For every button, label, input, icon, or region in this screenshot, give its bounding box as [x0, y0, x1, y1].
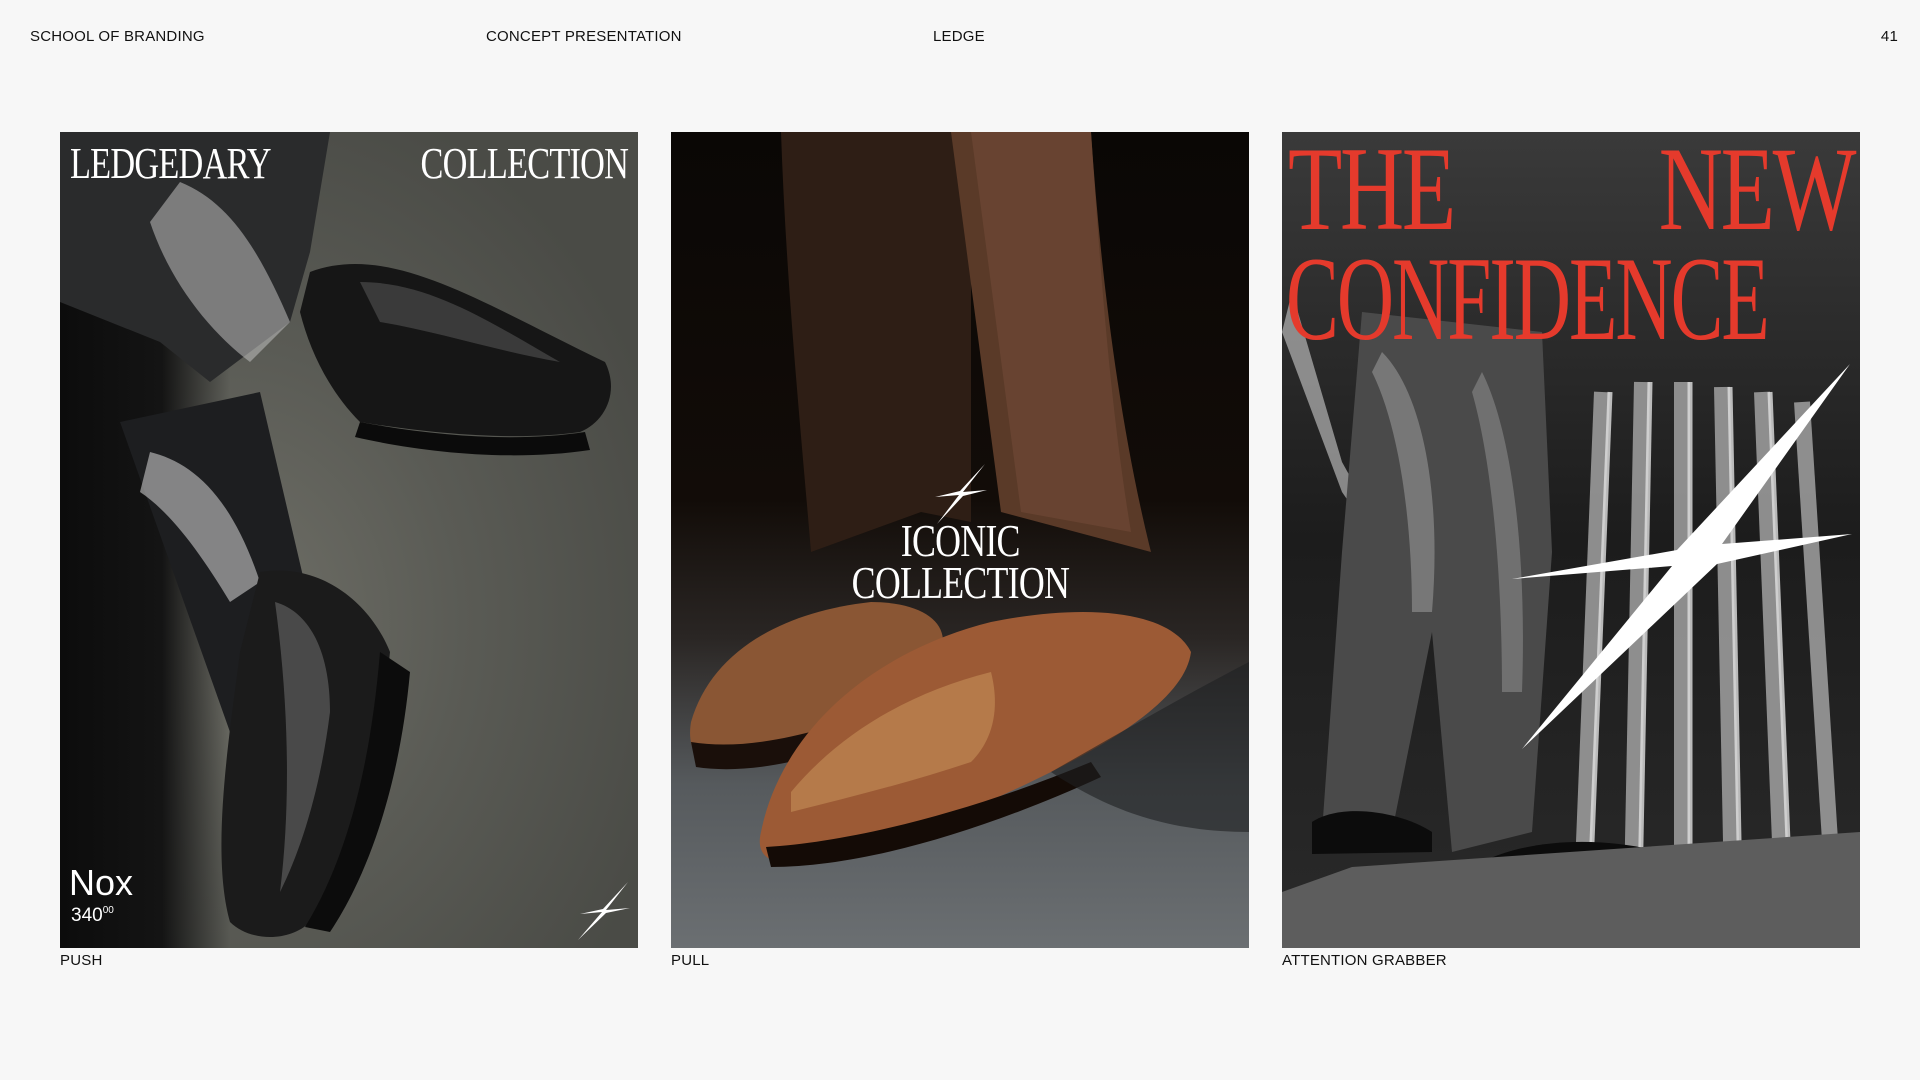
poster-pull: ICONIC COLLECTION [671, 132, 1249, 948]
price-cents: 00 [102, 905, 114, 916]
price-main: 340 [71, 905, 103, 926]
ledge-star-icon [578, 882, 630, 940]
headline: THE NEW CONFIDENCE [1282, 132, 1860, 365]
poster-attention-grabber: THE NEW CONFIDENCE [1282, 132, 1860, 948]
poster-title-left: LEDGEDARY [70, 139, 272, 188]
page-number: 41 [1880, 28, 1898, 45]
school-label: SCHOOL OF BRANDING [30, 28, 205, 45]
poster-push: LEDGEDARY COLLECTION Nox 34000 [60, 132, 638, 948]
headline-word-the: THE [1288, 132, 1456, 255]
headline-row-1: THE NEW [1282, 132, 1860, 255]
collection-title: ICONIC COLLECTION [671, 515, 1249, 608]
product-price: 34000 [71, 901, 133, 926]
product-name: Nox [69, 862, 134, 903]
headline-word-new: NEW [1658, 132, 1856, 255]
ledge-star-icon [1512, 364, 1852, 749]
headline-row-2: CONFIDENCE [1282, 232, 1860, 365]
collection-line-1: ICONIC [900, 515, 1021, 566]
caption-pull: PULL [671, 952, 710, 969]
poster-title-right: COLLECTION [420, 139, 628, 188]
brand-label: LEDGE [933, 28, 985, 45]
collection-line-2: COLLECTION [851, 557, 1069, 608]
section-label: CONCEPT PRESENTATION [486, 28, 682, 45]
headline-word-confidence: CONFIDENCE [1286, 232, 1770, 365]
caption-attention-grabber: ATTENTION GRABBER [1282, 952, 1447, 969]
shoe-illustration [60, 132, 611, 937]
caption-push: PUSH [60, 952, 103, 969]
page-header: SCHOOL OF BRANDING CONCEPT PRESENTATION … [0, 28, 1920, 48]
product-tag: Nox 34000 [69, 865, 133, 926]
